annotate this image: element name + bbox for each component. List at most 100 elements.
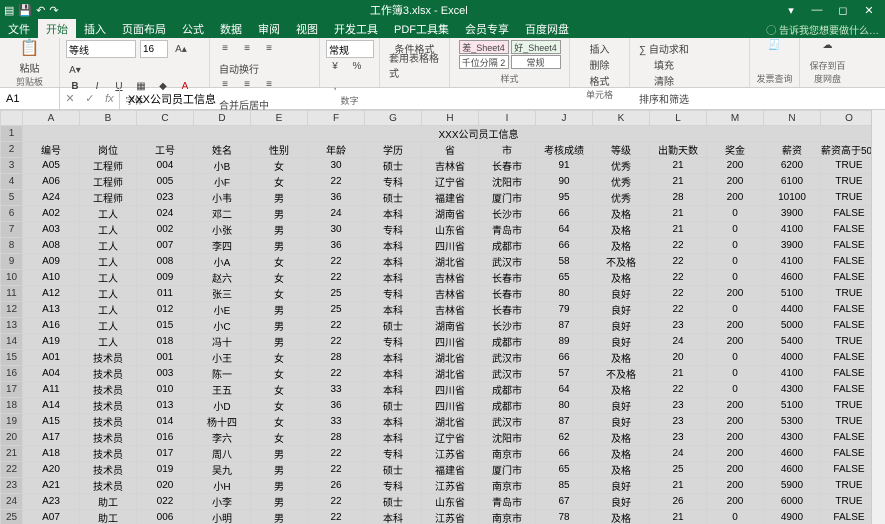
data-cell[interactable]: 22 — [308, 174, 365, 190]
data-cell[interactable]: 男 — [251, 494, 308, 510]
data-cell[interactable]: 5100 — [764, 286, 821, 302]
data-cell[interactable]: 技术员 — [80, 366, 137, 382]
data-cell[interactable]: A03 — [23, 222, 80, 238]
data-cell[interactable]: 女 — [251, 286, 308, 302]
data-cell[interactable]: 本科 — [365, 366, 422, 382]
data-cell[interactable]: 湖北省 — [422, 350, 479, 366]
data-cell[interactable]: TRUE — [821, 190, 878, 206]
row-header[interactable]: 22 — [1, 462, 23, 478]
header-cell[interactable]: 年龄 — [308, 142, 365, 158]
data-cell[interactable]: 0 — [707, 382, 764, 398]
data-cell[interactable]: 武汉市 — [479, 366, 536, 382]
format-cells-button[interactable]: 格式 — [587, 72, 613, 88]
data-cell[interactable]: 003 — [137, 366, 194, 382]
data-cell[interactable]: 硕士 — [365, 494, 422, 510]
align-bot-icon[interactable]: ≡ — [260, 40, 278, 56]
data-cell[interactable]: 0 — [707, 350, 764, 366]
col-header[interactable] — [1, 111, 23, 126]
clear-button[interactable]: 清除 — [636, 72, 692, 88]
data-cell[interactable]: 良好 — [593, 398, 650, 414]
data-cell[interactable]: 25 — [308, 286, 365, 302]
data-cell[interactable]: A15 — [23, 414, 80, 430]
data-cell[interactable]: 200 — [707, 414, 764, 430]
data-cell[interactable]: 及格 — [593, 206, 650, 222]
header-cell[interactable]: 出勤天数 — [650, 142, 707, 158]
data-cell[interactable]: 33 — [308, 414, 365, 430]
data-cell[interactable]: 专科 — [365, 478, 422, 494]
col-header[interactable]: A — [23, 111, 80, 126]
col-header[interactable]: F — [308, 111, 365, 126]
data-cell[interactable]: 本科 — [365, 270, 422, 286]
increase-font-icon[interactable]: A▴ — [172, 41, 190, 57]
data-cell[interactable]: 及格 — [593, 430, 650, 446]
data-cell[interactable]: 女 — [251, 430, 308, 446]
data-cell[interactable]: 吉林省 — [422, 302, 479, 318]
row-header[interactable]: 23 — [1, 478, 23, 494]
data-cell[interactable]: 4400 — [764, 302, 821, 318]
data-cell[interactable]: 杨十四 — [194, 414, 251, 430]
data-cell[interactable]: 3900 — [764, 206, 821, 222]
data-cell[interactable]: 013 — [137, 398, 194, 414]
tab-4[interactable]: 公式 — [174, 19, 212, 39]
data-cell[interactable]: 21 — [650, 478, 707, 494]
wrap-text-button[interactable]: 自动换行 — [216, 60, 262, 76]
data-cell[interactable]: 200 — [707, 334, 764, 350]
col-header[interactable]: C — [137, 111, 194, 126]
data-cell[interactable]: 62 — [536, 430, 593, 446]
align-mid-icon[interactable]: ≡ — [238, 40, 256, 56]
data-cell[interactable]: 助工 — [80, 510, 137, 524]
data-cell[interactable]: 长春市 — [479, 286, 536, 302]
data-cell[interactable]: 湖北省 — [422, 414, 479, 430]
data-cell[interactable]: 专科 — [365, 334, 422, 350]
data-cell[interactable]: 019 — [137, 462, 194, 478]
data-cell[interactable]: 小H — [194, 478, 251, 494]
data-cell[interactable]: 小C — [194, 318, 251, 334]
col-header[interactable]: H — [422, 111, 479, 126]
data-cell[interactable]: FALSE — [821, 510, 878, 524]
data-cell[interactable]: 湖南省 — [422, 206, 479, 222]
data-cell[interactable]: TRUE — [821, 174, 878, 190]
data-cell[interactable]: 技术员 — [80, 446, 137, 462]
row-header[interactable]: 18 — [1, 398, 23, 414]
data-cell[interactable]: 优秀 — [593, 158, 650, 174]
data-cell[interactable]: 良好 — [593, 478, 650, 494]
col-header[interactable]: G — [365, 111, 422, 126]
data-cell[interactable]: 工人 — [80, 286, 137, 302]
data-cell[interactable]: A17 — [23, 430, 80, 446]
data-cell[interactable]: 67 — [536, 494, 593, 510]
data-cell[interactable]: 5400 — [764, 334, 821, 350]
data-cell[interactable]: FALSE — [821, 430, 878, 446]
data-cell[interactable]: 良好 — [593, 414, 650, 430]
data-cell[interactable]: 66 — [536, 446, 593, 462]
data-cell[interactable]: FALSE — [821, 206, 878, 222]
col-header[interactable]: I — [479, 111, 536, 126]
data-cell[interactable]: 22 — [308, 510, 365, 524]
data-cell[interactable]: 66 — [536, 350, 593, 366]
data-cell[interactable]: 本科 — [365, 302, 422, 318]
row-header[interactable]: 12 — [1, 302, 23, 318]
data-cell[interactable]: 21 — [650, 366, 707, 382]
data-cell[interactable]: 女 — [251, 382, 308, 398]
data-cell[interactable]: 小韦 — [194, 190, 251, 206]
data-cell[interactable]: 4600 — [764, 270, 821, 286]
tab-11[interactable]: 百度网盘 — [517, 19, 577, 39]
tab-10[interactable]: 会员专享 — [457, 19, 517, 39]
data-cell[interactable]: 男 — [251, 318, 308, 334]
row-header[interactable]: 16 — [1, 366, 23, 382]
data-cell[interactable]: 020 — [137, 478, 194, 494]
data-cell[interactable]: 成都市 — [479, 334, 536, 350]
data-cell[interactable]: 技术员 — [80, 430, 137, 446]
data-cell[interactable]: 78 — [536, 510, 593, 524]
invoice-icon[interactable]: 🧾 — [768, 40, 780, 51]
data-cell[interactable]: 90 — [536, 174, 593, 190]
data-cell[interactable]: 女 — [251, 366, 308, 382]
data-cell[interactable]: 长春市 — [479, 270, 536, 286]
data-cell[interactable]: A20 — [23, 462, 80, 478]
close-icon[interactable]: ✕ — [857, 4, 881, 17]
data-cell[interactable]: 优秀 — [593, 190, 650, 206]
data-cell[interactable]: 湖北省 — [422, 366, 479, 382]
data-cell[interactable]: 专科 — [365, 222, 422, 238]
data-cell[interactable]: 青岛市 — [479, 222, 536, 238]
fx-icon[interactable]: fx — [105, 93, 114, 105]
data-cell[interactable]: A07 — [23, 510, 80, 524]
